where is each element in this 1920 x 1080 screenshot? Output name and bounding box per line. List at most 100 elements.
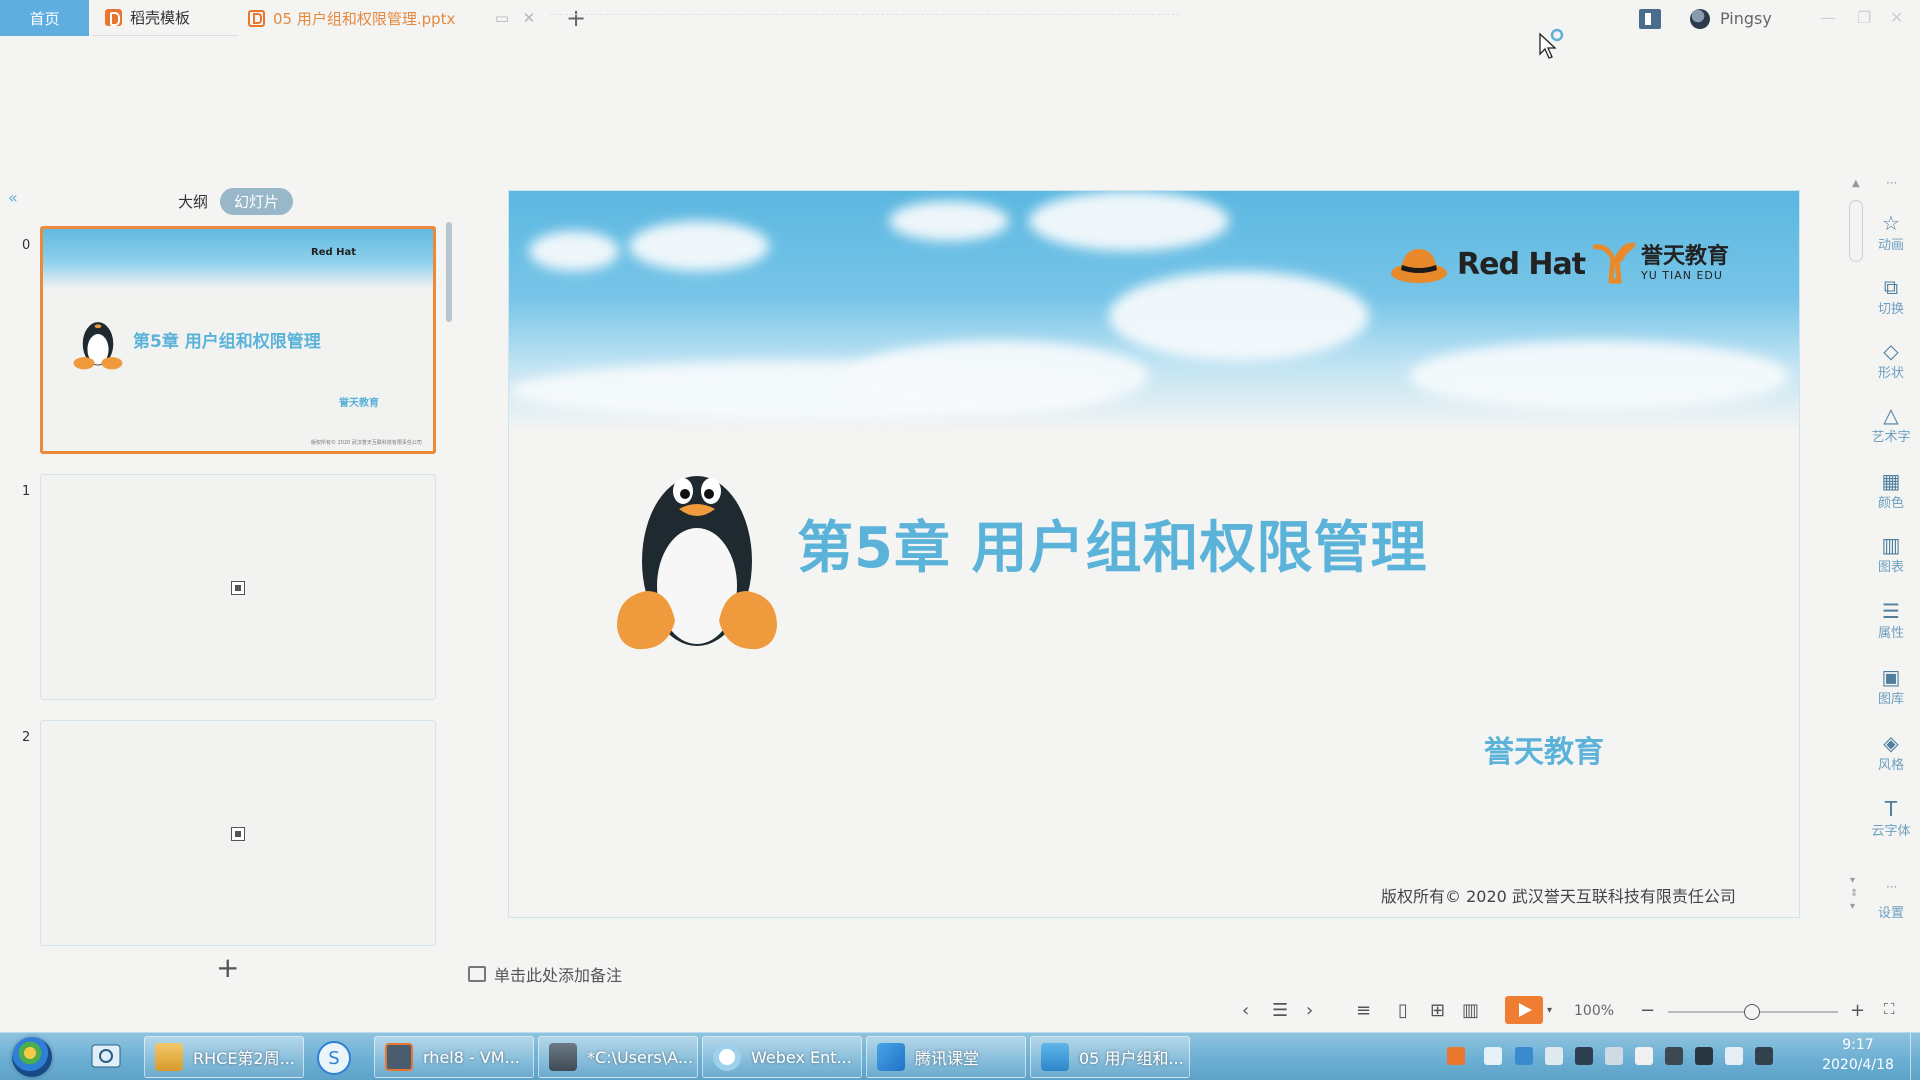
slide-title[interactable]: 第5章 用户组和权限管理 xyxy=(797,503,1427,584)
reading-view-icon[interactable]: ▥ xyxy=(1462,1000,1479,1021)
avatar[interactable] xyxy=(1690,9,1710,29)
tool-shape[interactable]: ◇ 形状 xyxy=(1862,340,1920,381)
folder-icon xyxy=(155,1043,183,1071)
tool-animation[interactable]: ☆ 动画 xyxy=(1862,212,1920,253)
tab-pin-icon[interactable]: ▭ xyxy=(494,10,510,26)
tool-cloud-font[interactable]: T 云字体 xyxy=(1862,798,1920,839)
new-tab-icon[interactable]: + xyxy=(566,6,586,30)
tool-properties[interactable]: ☰ 属性 xyxy=(1862,600,1920,641)
slide-thumbnail[interactable]: Red Hat 第5章 用户组和权限管理 誉天教育 版权所有© 2020 武汉誉… xyxy=(40,226,436,454)
zoom-level[interactable]: 100% xyxy=(1574,1003,1614,1019)
yutian-logo: 誉天教育 YU TIAN EDU xyxy=(1593,241,1729,285)
tray-app-icon[interactable] xyxy=(1484,1047,1502,1065)
fit-window-icon[interactable]: ⛶ xyxy=(1884,1000,1895,1018)
shield-icon[interactable] xyxy=(1515,1047,1533,1065)
clock-date[interactable]: 2020/4/18 xyxy=(1808,1057,1908,1073)
slide-thumbnail[interactable] xyxy=(40,720,436,946)
taskbar-item-label: 05 用户组和... xyxy=(1079,1049,1184,1068)
tab-template[interactable]: 稻壳模板 xyxy=(93,0,238,36)
pinned-app-icon[interactable]: S xyxy=(312,1039,356,1077)
tool-style[interactable]: ◈ 风格 xyxy=(1862,732,1920,773)
volume-icon[interactable] xyxy=(1725,1047,1743,1065)
slide-sorter-icon[interactable]: ⊞ xyxy=(1430,1000,1445,1021)
image-placeholder-icon xyxy=(231,581,245,595)
tool-label: 形状 xyxy=(1877,366,1904,381)
show-desktop-button[interactable] xyxy=(1910,1033,1920,1080)
tool-transition[interactable]: ⧉ 切换 xyxy=(1862,276,1920,317)
tool-color[interactable]: ▦ 颜色 xyxy=(1862,470,1920,511)
clock-time[interactable]: 9:17 xyxy=(1808,1037,1908,1053)
tray-app-icon[interactable] xyxy=(1605,1047,1623,1065)
next-slide-icon[interactable]: › xyxy=(1306,1000,1313,1021)
taskbar-item-webex[interactable]: Webex Ent... xyxy=(702,1036,862,1078)
input-method-icon[interactable] xyxy=(1447,1047,1465,1065)
more-dots-icon[interactable]: ··· xyxy=(1886,880,1897,894)
tray-app-icon[interactable] xyxy=(1635,1047,1653,1065)
tool-art-text[interactable]: △ 艺术字 xyxy=(1862,404,1920,445)
monitor-icon[interactable] xyxy=(1575,1047,1593,1065)
close-window-icon[interactable]: ✕ xyxy=(1890,8,1903,27)
usb-icon[interactable] xyxy=(1665,1047,1683,1065)
slide-copyright[interactable]: 版权所有© 2020 武汉誉天互联科技有限责任公司 xyxy=(1381,883,1736,907)
tab-slides[interactable]: 幻灯片 xyxy=(220,188,294,215)
collapse-panel-icon[interactable]: « xyxy=(8,188,18,207)
comment-icon xyxy=(468,966,486,982)
cloud xyxy=(1029,191,1229,251)
notes-area[interactable]: 单击此处添加备注 xyxy=(468,962,622,986)
status-bar: ‹ ☰ › ≡ ▯ ⊞ ▥ ▾ 100% − + ⛶ xyxy=(0,996,1920,1030)
chevron-down-icon[interactable]: ▾ xyxy=(1547,1005,1552,1016)
taskbar-item-rhce[interactable]: RHCE第2周... xyxy=(144,1036,304,1078)
network-icon[interactable] xyxy=(1695,1047,1713,1065)
svg-text:S: S xyxy=(328,1048,339,1069)
cloud xyxy=(529,231,619,271)
zoom-in-icon[interactable]: + xyxy=(1850,1000,1865,1021)
image-placeholder-icon xyxy=(231,827,245,841)
start-button[interactable] xyxy=(12,1037,52,1077)
color-icon: ▦ xyxy=(1881,469,1901,493)
tencent-class-icon xyxy=(877,1043,905,1071)
chart-icon: ▥ xyxy=(1881,533,1901,557)
tab-home[interactable]: 首页 xyxy=(0,0,89,36)
taskbar-item-vmware[interactable]: rhel8 - VM... xyxy=(374,1036,534,1078)
zoom-slider-handle[interactable] xyxy=(1744,1004,1760,1020)
maximize-icon[interactable]: ❐ xyxy=(1857,8,1871,27)
taskbar-item-tencent-class[interactable]: 腾讯课堂 xyxy=(866,1036,1026,1078)
redhat-logo: Red Hat xyxy=(1389,243,1586,285)
slide-thumbnail[interactable] xyxy=(40,474,436,700)
document-panel-icon[interactable] xyxy=(1639,9,1661,29)
notes-toggle-icon[interactable]: ≡ xyxy=(1356,1000,1371,1021)
scroll-arrows-icon[interactable]: ▾ ⇕ ▾ xyxy=(1850,874,1858,913)
previous-slide-icon[interactable]: ‹ xyxy=(1242,1000,1249,1021)
zoom-out-icon[interactable]: − xyxy=(1640,1000,1655,1021)
add-slide-button[interactable]: + xyxy=(216,954,239,982)
slide-list-icon[interactable]: ☰ xyxy=(1272,1000,1288,1021)
panel-scrollbar[interactable] xyxy=(446,222,452,322)
slide-number: 0 xyxy=(22,238,31,253)
tab-close-icon[interactable]: ✕ xyxy=(521,10,537,26)
play-slideshow-button[interactable] xyxy=(1505,996,1543,1024)
transition-icon: ⧉ xyxy=(1883,275,1899,299)
tool-gallery[interactable]: ▣ 图库 xyxy=(1862,666,1920,707)
display-icon[interactable] xyxy=(1755,1047,1773,1065)
tool-settings[interactable]: 设置 xyxy=(1862,902,1920,921)
slide-brand-text[interactable]: 誉天教育 xyxy=(1484,727,1604,771)
title-bar: 首页 稻壳模板 05 用户组和权限管理.pptx ▭ ✕ + Pingsy — … xyxy=(0,0,1920,40)
cloud xyxy=(1109,271,1369,361)
more-dots-icon[interactable]: ··· xyxy=(1886,176,1897,190)
taskbar-item-wps[interactable]: 05 用户组和... xyxy=(1030,1036,1190,1078)
tab-outline[interactable]: 大纲 xyxy=(172,188,214,215)
busy-cursor-icon xyxy=(1539,28,1564,59)
user-name[interactable]: Pingsy xyxy=(1720,9,1772,28)
pinned-app-icon[interactable] xyxy=(84,1039,128,1077)
tool-chart[interactable]: ▥ 图表 xyxy=(1862,534,1920,575)
normal-view-icon[interactable]: ▯ xyxy=(1398,1000,1408,1021)
tray-app-icon[interactable] xyxy=(1545,1047,1563,1065)
right-scrollbar[interactable] xyxy=(1849,200,1863,262)
star-icon: ☆ xyxy=(1882,211,1900,235)
minimize-icon[interactable]: — xyxy=(1820,8,1836,27)
taskbar-item-editor[interactable]: *C:\Users\A... xyxy=(538,1036,698,1078)
sky-background xyxy=(509,191,1799,431)
slide-number: 1 xyxy=(22,484,31,499)
slide-canvas[interactable]: Red Hat 誉天教育 YU TIAN EDU 第5章 用户组和权限管理 誉天… xyxy=(508,190,1800,918)
scroll-up-icon[interactable]: ▲ xyxy=(1852,178,1860,189)
